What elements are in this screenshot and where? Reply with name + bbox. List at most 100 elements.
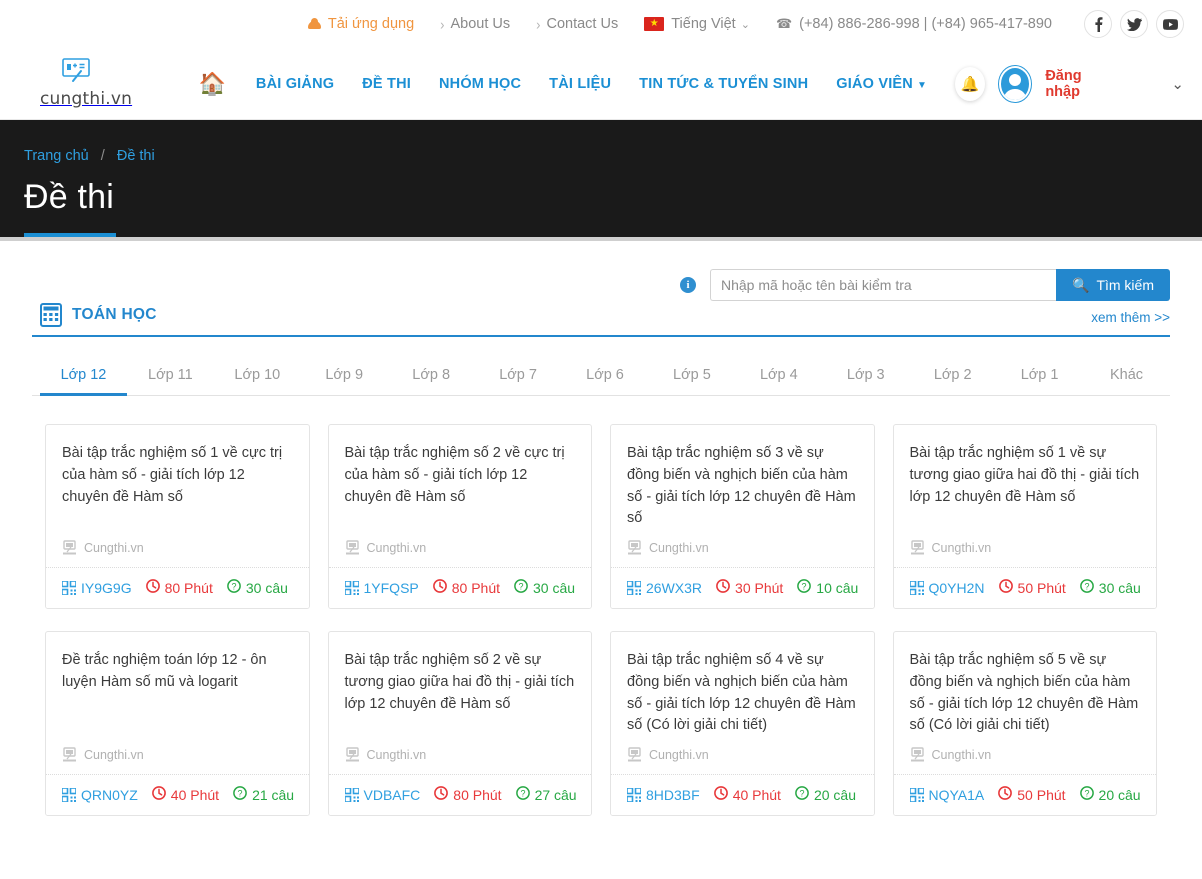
exam-card-brand: Cungthi.vn: [345, 540, 576, 567]
search-input[interactable]: [710, 269, 1056, 301]
nav-item-tin-tuc[interactable]: TIN TỨC & TUYỂN SINH: [639, 76, 808, 92]
tab-lớp-6[interactable]: Lớp 6: [562, 357, 649, 395]
info-icon[interactable]: i: [680, 277, 696, 293]
exam-code-label: 1YFQSP: [363, 579, 419, 596]
exam-card-brand-label: Cungthi.vn: [366, 540, 427, 555]
svg-text:?: ?: [231, 581, 236, 591]
breadcrumb: Trang chủ / Đề thi: [24, 148, 1202, 164]
exam-card[interactable]: Bài tập trắc nghiệm số 1 về sự tương gia…: [892, 424, 1157, 609]
qr-code-icon: [62, 580, 76, 595]
breadcrumb-item-current[interactable]: Đề thi: [117, 148, 155, 164]
exam-code[interactable]: VDBAFC: [344, 787, 420, 803]
exam-card-footer: IY9G9G 80 Phút? 30 câu: [46, 567, 309, 608]
twitter-icon[interactable]: [1120, 10, 1148, 38]
bell-icon[interactable]: 🔔: [955, 66, 986, 101]
user-avatar-icon[interactable]: [999, 65, 1032, 102]
exam-code[interactable]: Q0YH2N: [909, 580, 985, 596]
exam-card[interactable]: Đề trắc nghiệm toán lớp 12 - ôn luyện Hà…: [45, 631, 310, 816]
exam-card-title: Bài tập trắc nghiệm số 1 về sự tương gia…: [909, 445, 1140, 505]
see-more-link[interactable]: xem thêm >>: [1091, 310, 1170, 327]
exam-card[interactable]: Bài tập trắc nghiệm số 5 về sự đồng biến…: [892, 631, 1157, 816]
tab-lớp-11[interactable]: Lớp 11: [127, 357, 214, 395]
tab-lớp-8[interactable]: Lớp 8: [388, 357, 475, 395]
svg-text:?: ?: [802, 581, 807, 591]
exam-card-footer: Q0YH2N 50 Phút? 30 câu: [893, 567, 1156, 608]
tab-lớp-4[interactable]: Lớp 4: [735, 357, 822, 395]
clock-icon: [145, 579, 160, 596]
breadcrumb-item-home[interactable]: Trang chủ: [24, 148, 89, 164]
site-logo[interactable]: cungthi.vn: [40, 58, 199, 109]
language-selector[interactable]: ★ Tiếng Việt ⌄: [644, 16, 750, 32]
main-content: i 🔍 Tìm kiếm TOÁN HỌC xem: [0, 241, 1202, 816]
exam-card-brand: Cungthi.vn: [910, 747, 1141, 774]
tab-lớp-9[interactable]: Lớp 9: [301, 357, 388, 395]
calculator-icon: [40, 303, 62, 327]
exam-question-count: ? 10 câu: [797, 579, 858, 596]
tab-lớp-7[interactable]: Lớp 7: [475, 357, 562, 395]
question-mark-circle-icon: ?: [795, 786, 809, 803]
exam-code[interactable]: QRN0YZ: [62, 787, 138, 803]
clock-icon: [716, 579, 730, 596]
exam-card-footer: VDBAFC 80 Phút? 27 câu: [328, 774, 591, 815]
contact-us-label: Contact Us: [546, 16, 619, 32]
facebook-icon[interactable]: [1084, 10, 1112, 38]
exam-code[interactable]: IY9G9G: [62, 580, 132, 596]
exam-card-brand-label: Cungthi.vn: [84, 747, 144, 762]
exam-code[interactable]: NQYA1A: [909, 787, 984, 803]
exam-code[interactable]: 26WX3R: [627, 580, 702, 596]
exam-card-brand-label: Cungthi.vn: [649, 540, 709, 555]
exam-card[interactable]: Bài tập trắc nghiệm số 4 về sự đồng biến…: [610, 631, 875, 816]
vietnam-flag-icon: ★: [644, 17, 665, 31]
about-us-link[interactable]: › About Us: [440, 15, 510, 32]
cungthi-logo-icon: [56, 58, 98, 88]
nav-item-nhom-hoc[interactable]: NHÓM HỌC: [439, 76, 521, 92]
question-mark-circle-icon: ?: [1079, 786, 1094, 803]
tab-lớp-1[interactable]: Lớp 1: [996, 357, 1083, 395]
tab-lớp-12[interactable]: Lớp 12: [40, 357, 127, 396]
exam-card-body: Bài tập trắc nghiệm số 2 về cực trị của …: [329, 425, 592, 567]
tab-lớp-3[interactable]: Lớp 3: [822, 357, 909, 395]
page-header-banner: Trang chủ / Đề thi Đề thi: [0, 120, 1202, 237]
login-link[interactable]: Đăng nhập: [1045, 68, 1111, 100]
search-button[interactable]: 🔍 Tìm kiếm: [1056, 269, 1170, 301]
question-mark-circle-icon: ?: [1079, 579, 1094, 596]
qr-code-icon: [344, 787, 359, 802]
contact-us-link[interactable]: › Contact Us: [536, 15, 619, 32]
exam-duration: 30 Phút: [716, 579, 783, 596]
exam-code[interactable]: 8HD3BF: [627, 787, 700, 803]
exam-question-count-label: 30 câu: [1098, 579, 1141, 596]
exam-code-label: QRN0YZ: [81, 786, 138, 803]
nav-item-bai-giang[interactable]: BÀI GIẢNG: [256, 76, 334, 92]
exam-question-count: ? 20 câu: [1079, 786, 1141, 803]
exam-card[interactable]: Bài tập trắc nghiệm số 1 về cực trị của …: [45, 424, 310, 609]
exam-card[interactable]: Bài tập trắc nghiệm số 2 về sự tương gia…: [327, 631, 592, 816]
tab-lớp-5[interactable]: Lớp 5: [648, 357, 735, 395]
nav-item-tai-lieu[interactable]: TÀI LIỆU: [549, 76, 611, 92]
tab-lớp-2[interactable]: Lớp 2: [909, 357, 996, 395]
exam-card-brand: Cungthi.vn: [627, 747, 858, 774]
phone-numbers: ☎ (+84) 886-286-998 | (+84) 965-417-890: [776, 16, 1052, 32]
chevron-down-icon[interactable]: ⌄: [1171, 75, 1184, 93]
exam-code[interactable]: 1YFQSP: [344, 579, 419, 596]
exam-card[interactable]: Bài tập trắc nghiệm số 2 về cực trị của …: [327, 424, 592, 609]
svg-text:?: ?: [799, 788, 804, 798]
qr-code-icon: [62, 787, 76, 802]
nav-item-giao-vien[interactable]: GIÁO VIÊN ▼: [836, 76, 927, 92]
exam-card[interactable]: Bài tập trắc nghiệm số 3 về sự đồng biến…: [610, 424, 875, 609]
home-icon[interactable]: 🏠: [199, 72, 226, 95]
clock-icon: [998, 786, 1013, 803]
exam-card-brand: Cungthi.vn: [62, 747, 293, 774]
qr-code-icon: [627, 787, 641, 802]
cungthi-small-logo-icon: [62, 540, 77, 555]
tab-khác[interactable]: Khác: [1083, 357, 1170, 395]
exam-question-count-label: 10 câu: [816, 579, 859, 596]
download-app-link[interactable]: Tải ứng dụng: [307, 16, 414, 32]
chevron-down-icon: ▼: [916, 79, 928, 91]
exam-card-body: Bài tập trắc nghiệm số 1 về sự tương gia…: [894, 425, 1157, 567]
youtube-icon[interactable]: [1156, 10, 1184, 38]
exam-card-footer: 1YFQSP 80 Phút? 30 câu: [328, 567, 591, 608]
tab-lớp-10[interactable]: Lớp 10: [214, 357, 301, 395]
exam-card-body: Bài tập trắc nghiệm số 5 về sự đồng biến…: [894, 632, 1157, 774]
exam-card-brand: Cungthi.vn: [910, 540, 1141, 567]
nav-item-de-thi[interactable]: ĐỀ THI: [362, 76, 411, 92]
